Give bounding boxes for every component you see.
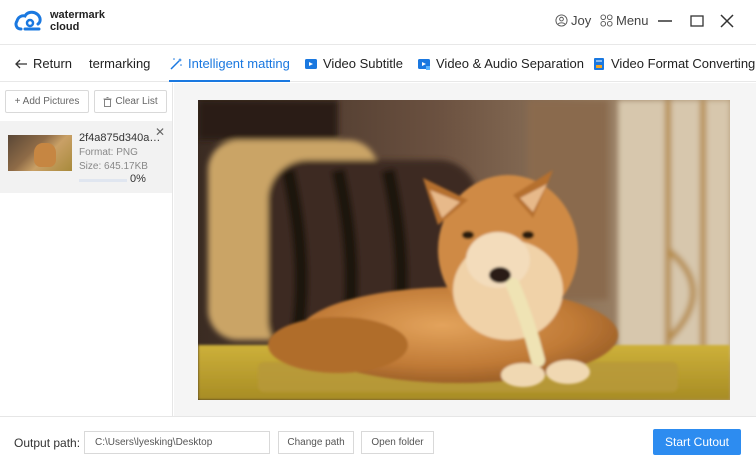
title-bar: watermark cloud Joy Menu	[0, 0, 756, 44]
clear-list-button[interactable]: Clear List	[94, 90, 167, 113]
add-pictures-button[interactable]: + Add Pictures	[5, 90, 89, 113]
file-name: 2f4a875d340a25...	[79, 132, 165, 144]
list-item[interactable]: 2f4a875d340a25... Format: PNG Size: 645.…	[0, 121, 172, 193]
tab-video-format-converting[interactable]: Video Format Converting	[592, 45, 755, 82]
progress-percent: 0%	[130, 173, 146, 185]
tab-label: Return	[33, 56, 73, 71]
grid-menu-icon	[600, 14, 613, 27]
tab-label: Video Format Converting	[611, 56, 756, 71]
video-audio-icon	[418, 58, 430, 70]
preview-image	[198, 100, 730, 400]
tab-video-subtitle[interactable]: Video Subtitle	[304, 45, 403, 82]
clear-list-label: Clear List	[115, 96, 158, 107]
minimize-icon[interactable]	[656, 12, 674, 30]
start-cutout-button[interactable]: Start Cutout	[653, 429, 741, 455]
tab-video-audio-separation[interactable]: Video & Audio Separation	[417, 45, 584, 82]
cloud-logo-icon	[14, 10, 42, 31]
return-button[interactable]: Return	[14, 45, 72, 82]
output-path-label: Output path:	[14, 436, 81, 450]
maximize-icon[interactable]	[688, 12, 706, 30]
brand-name: watermark cloud	[50, 9, 106, 33]
tab-watermarking[interactable]: termarking	[89, 45, 150, 82]
video-subtitle-icon	[305, 58, 317, 69]
video-format-icon	[594, 57, 604, 70]
preview-area	[174, 83, 756, 416]
menu-label: Menu	[616, 13, 649, 28]
tab-label: Intelligent matting	[188, 56, 290, 71]
tab-label: Video & Audio Separation	[436, 56, 584, 71]
user-account[interactable]: Joy	[555, 13, 591, 28]
menu-button[interactable]: Menu	[600, 13, 649, 28]
file-format: Format: PNG	[79, 147, 138, 158]
tab-label: termarking	[89, 56, 151, 71]
close-icon[interactable]	[718, 12, 736, 30]
output-path-field[interactable]: C:\Users\lyesking\Desktop	[84, 431, 270, 454]
user-name: Joy	[571, 13, 592, 28]
file-thumbnail	[8, 135, 72, 171]
trash-icon	[103, 96, 112, 107]
file-list-panel: + Add Pictures Clear List 2f4a875d340a25…	[0, 83, 173, 416]
arrow-left-icon	[15, 59, 27, 68]
tab-bar: Return termarking Intelligent matting Vi…	[0, 44, 756, 82]
change-path-button[interactable]: Change path	[278, 431, 354, 454]
remove-file-icon[interactable]: ✕	[155, 125, 165, 139]
tab-label: Video Subtitle	[323, 56, 403, 71]
magic-wand-icon	[170, 57, 182, 70]
tab-intelligent-matting[interactable]: Intelligent matting	[169, 45, 290, 82]
output-bar: Output path: C:\Users\lyesking\Desktop C…	[0, 416, 756, 466]
open-folder-button[interactable]: Open folder	[361, 431, 434, 454]
progress-bar	[79, 179, 127, 182]
user-icon	[555, 14, 568, 27]
file-size: Size: 645.17KB	[79, 161, 148, 172]
